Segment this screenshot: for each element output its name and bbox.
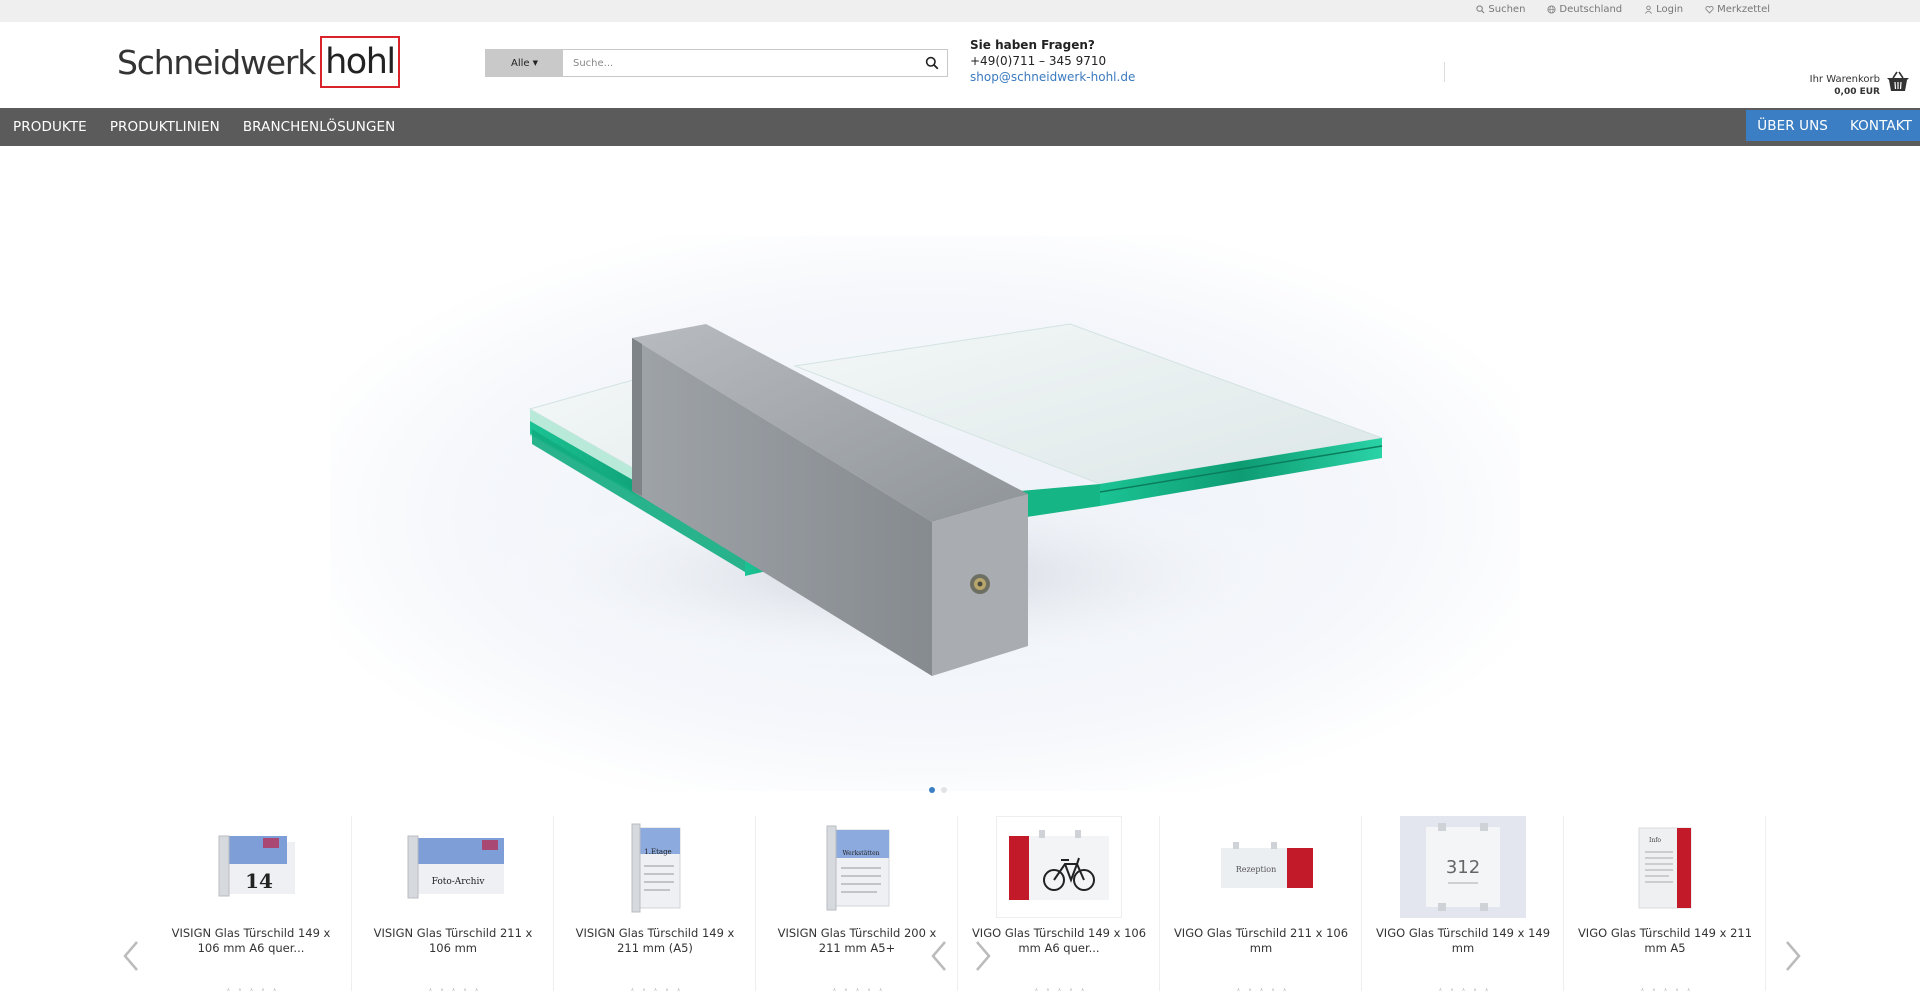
caret-down-icon: ▼ xyxy=(532,59,538,67)
product-card[interactable]: 14 VISIGN Glas Türschild 149 x 106 mm A6… xyxy=(150,816,352,991)
search-input[interactable] xyxy=(563,50,917,76)
nav-item-branchenloesungen[interactable]: BRANCHENLÖSUNGEN xyxy=(243,119,396,135)
product-sign-text: Werkstätten xyxy=(842,850,879,857)
product-name[interactable]: VISIGN Glas Türschild 211 x 106 mm xyxy=(362,926,544,956)
top-link-search[interactable]: Suchen xyxy=(1476,4,1525,15)
contact-phone: +49(0)711 – 345 9710 xyxy=(970,54,1107,68)
product-name[interactable]: VIGO Glas Türschild 211 x 106 mm xyxy=(1170,926,1352,956)
top-links: Suchen Deutschland Login Merkzettel xyxy=(1476,4,1770,15)
product-card[interactable]: 312 VIGO Glas Türschild 149 x 149 mm ☆☆☆… xyxy=(1362,816,1564,991)
top-link-label: Deutschland xyxy=(1559,4,1623,15)
product-image: Werkstätten xyxy=(794,816,920,918)
nav-item-produktlinien[interactable]: PRODUKTLINIEN xyxy=(110,119,220,135)
product-slider: 14 VISIGN Glas Türschild 149 x 106 mm A6… xyxy=(0,810,1920,991)
star-rating: ☆☆☆☆☆ xyxy=(554,986,756,991)
product-image: 14 xyxy=(188,816,314,918)
star-rating: ☆☆☆☆☆ xyxy=(958,986,1160,991)
product-sign-text: Foto-Archiv xyxy=(432,877,486,887)
top-link-label: Login xyxy=(1656,4,1684,15)
nav-item-kontakt[interactable]: KONTAKT xyxy=(1850,118,1912,134)
search-category-select[interactable]: Alle ▼ xyxy=(486,50,563,76)
product-sign-text: Rezeption xyxy=(1236,865,1277,874)
top-link-wishlist[interactable]: Merkzettel xyxy=(1705,4,1770,15)
product-image: 1.Etage xyxy=(592,816,718,918)
search-category-label: Alle xyxy=(511,57,530,69)
main-navigation: PRODUKTE PRODUKTLINIEN BRANCHENLÖSUNGEN … xyxy=(0,108,1920,146)
logo-text: Schneidwerk xyxy=(117,42,316,82)
cart-label: Ihr Warenkorb xyxy=(1809,74,1880,85)
slider-dots xyxy=(929,787,947,793)
product-image xyxy=(996,816,1122,918)
top-link-label: Merkzettel xyxy=(1717,4,1770,15)
top-link-login[interactable]: Login xyxy=(1644,4,1683,15)
cart-text: Ihr Warenkorb 0,00 EUR xyxy=(1810,74,1880,98)
page: Suchen Deutschland Login Merkzettel Schn… xyxy=(0,0,1920,991)
top-utility-bar: Suchen Deutschland Login Merkzettel xyxy=(0,0,1920,22)
cart-button[interactable]: Ihr Warenkorb 0,00 EUR xyxy=(1810,64,1910,98)
cart-amount: 0,00 EUR xyxy=(1834,87,1880,97)
star-rating: ☆☆☆☆☆ xyxy=(150,986,352,991)
user-icon xyxy=(1645,5,1653,14)
contact-email-link[interactable]: shop@schneidwerk-hohl.de xyxy=(970,69,1135,85)
chevron-left-icon xyxy=(931,941,946,971)
slider-dot[interactable] xyxy=(941,787,947,793)
product-name[interactable]: VIGO Glas Türschild 149 x 211 mm A5 xyxy=(1574,926,1756,956)
star-rating: ☆☆☆☆☆ xyxy=(1564,986,1766,991)
basket-icon xyxy=(1887,71,1909,91)
product-card[interactable]: VIGO Glas Türschild 149 x 106 mm A6 quer… xyxy=(958,816,1160,991)
chevron-right-icon xyxy=(1786,941,1801,971)
product-card[interactable]: 1.Etage VISIGN Glas Türschild 149 x 211 … xyxy=(554,816,756,991)
slider-prev-button-inner[interactable] xyxy=(928,938,950,974)
search-icon xyxy=(925,56,939,70)
slider-dot[interactable] xyxy=(929,787,935,793)
search-icon xyxy=(1476,5,1485,14)
top-link-label: Suchen xyxy=(1488,4,1526,15)
divider xyxy=(1444,62,1445,82)
top-link-country[interactable]: Deutschland xyxy=(1547,4,1622,15)
logo-box: hohl xyxy=(320,36,400,88)
product-sign-text: Info xyxy=(1649,837,1661,844)
product-sign-text: 14 xyxy=(245,869,273,893)
logo[interactable]: Schneidwerk hohl xyxy=(117,34,400,90)
star-rating: ☆☆☆☆☆ xyxy=(1362,986,1564,991)
product-image: 312 xyxy=(1400,816,1526,918)
nav-right: ÜBER UNS KONTAKT xyxy=(1746,110,1920,141)
product-image: Foto-Archiv xyxy=(390,816,516,918)
product-name[interactable]: VISIGN Glas Türschild 149 x 211 mm (A5) xyxy=(564,926,746,956)
product-name[interactable]: VISIGN Glas Türschild 149 x 106 mm A6 qu… xyxy=(160,926,342,956)
product-card[interactable]: Info VIGO Glas Türschild 149 x 211 mm A5… xyxy=(1564,816,1766,991)
contact-info: Sie haben Fragen? +49(0)711 – 345 9710 s… xyxy=(970,37,1135,85)
product-card[interactable]: Foto-Archiv VISIGN Glas Türschild 211 x … xyxy=(352,816,554,991)
chevron-left-icon xyxy=(123,941,138,971)
logo-text-hohl: hohl xyxy=(325,42,396,82)
product-image: Info xyxy=(1602,816,1728,918)
product-name[interactable]: VIGO Glas Türschild 149 x 106 mm A6 quer… xyxy=(968,926,1150,956)
product-image: Rezeption xyxy=(1198,816,1324,918)
star-rating: ☆☆☆☆☆ xyxy=(756,986,958,991)
slider-next-button[interactable] xyxy=(1782,938,1804,974)
slider-prev-button[interactable] xyxy=(120,938,142,974)
product-sign-text: 312 xyxy=(1446,857,1480,878)
product-name[interactable]: VIGO Glas Türschild 149 x 149 mm xyxy=(1372,926,1554,956)
hero-banner[interactable] xyxy=(0,146,1920,791)
heart-icon xyxy=(1705,5,1714,14)
search-button[interactable] xyxy=(917,50,947,76)
hero-image xyxy=(470,323,1384,676)
globe-icon xyxy=(1547,5,1556,14)
nav-item-ueber-uns[interactable]: ÜBER UNS xyxy=(1757,118,1828,134)
header: Schneidwerk hohl Alle ▼ Sie haben Fragen… xyxy=(0,22,1920,108)
product-card[interactable]: Rezeption VIGO Glas Türschild 211 x 106 … xyxy=(1160,816,1362,991)
star-rating: ☆☆☆☆☆ xyxy=(1160,986,1362,991)
product-name[interactable]: VISIGN Glas Türschild 200 x 211 mm A5+ xyxy=(766,926,948,956)
contact-title: Sie haben Fragen? xyxy=(970,38,1095,52)
star-rating: ☆☆☆☆☆ xyxy=(352,986,554,991)
nav-item-produkte[interactable]: PRODUKTE xyxy=(13,119,87,135)
product-sign-text: 1.Etage xyxy=(644,848,671,856)
search-bar: Alle ▼ xyxy=(485,49,948,77)
nav-left: PRODUKTE PRODUKTLINIEN BRANCHENLÖSUNGEN xyxy=(13,108,395,146)
